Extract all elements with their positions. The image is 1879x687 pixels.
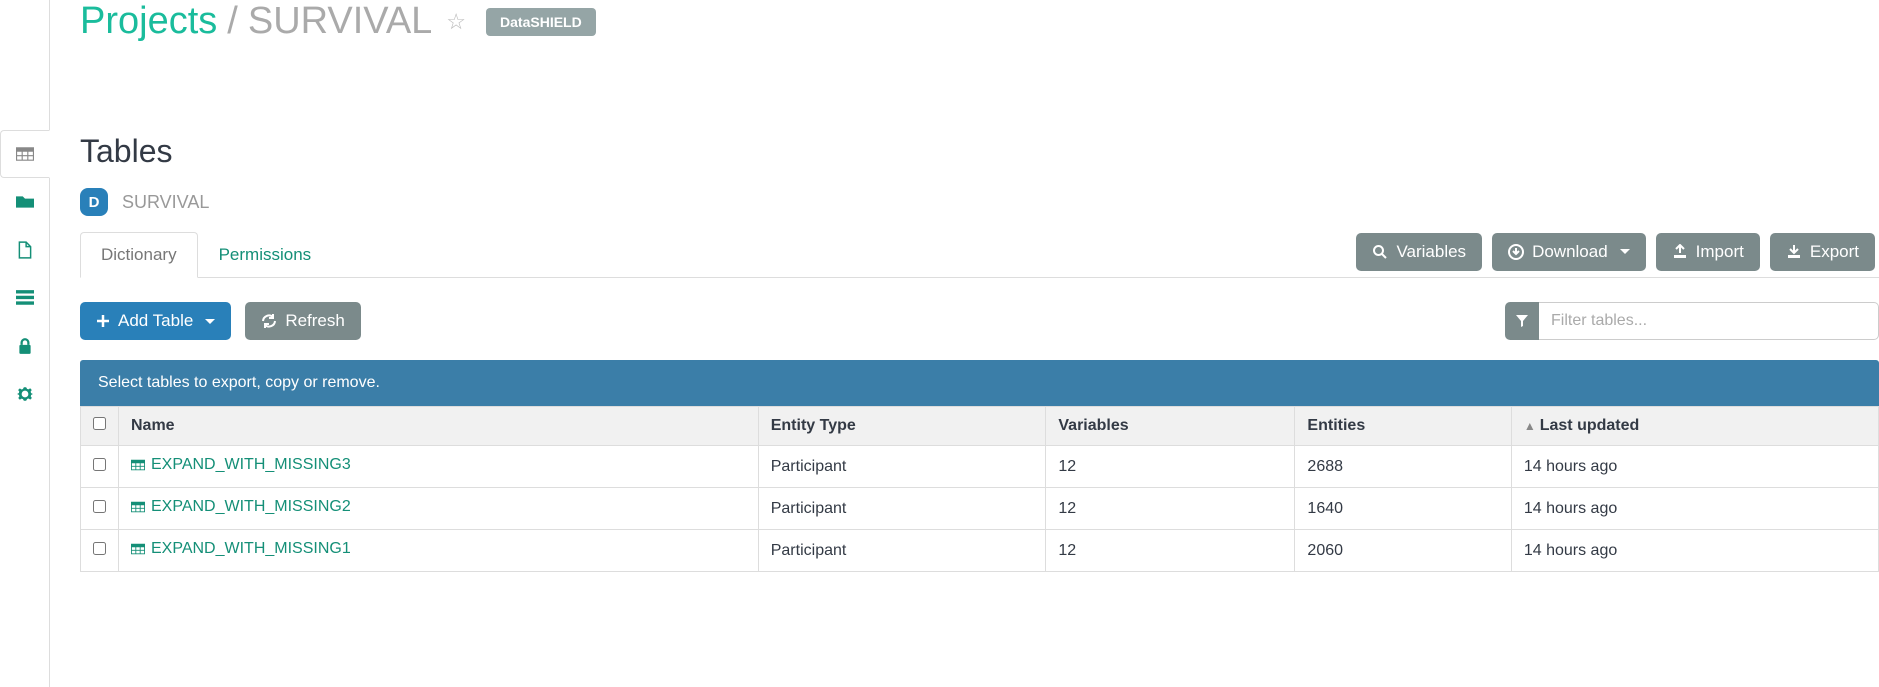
main-content: Projects / SURVIVAL ☆ DataSHIELD Tables … bbox=[50, 0, 1879, 687]
sidebar-item-settings[interactable] bbox=[0, 370, 50, 418]
col-entity-type[interactable]: Entity Type bbox=[758, 407, 1046, 446]
project-line: D SURVIVAL bbox=[80, 188, 1879, 216]
filter-icon bbox=[1515, 314, 1529, 328]
plus-icon bbox=[96, 314, 110, 328]
row-name-cell: EXPAND_WITH_MISSING1 bbox=[119, 530, 759, 572]
variables-button[interactable]: Variables bbox=[1356, 233, 1482, 271]
table-name: EXPAND_WITH_MISSING2 bbox=[151, 498, 351, 516]
export-button[interactable]: Export bbox=[1770, 233, 1875, 271]
download-label: Download bbox=[1532, 242, 1608, 262]
tabs-row: Dictionary Permissions Variables Downloa… bbox=[80, 232, 1879, 278]
col-name[interactable]: Name bbox=[119, 407, 759, 446]
row-variables: 12 bbox=[1046, 530, 1295, 572]
row-last-updated: 14 hours ago bbox=[1511, 446, 1878, 488]
import-label: Import bbox=[1696, 242, 1744, 262]
sidebar-item-tables[interactable] bbox=[0, 130, 50, 178]
table-icon bbox=[131, 458, 145, 472]
row-select-cell bbox=[81, 488, 119, 530]
star-icon[interactable]: ☆ bbox=[446, 9, 466, 35]
download-button[interactable]: Download bbox=[1492, 233, 1646, 271]
table-link[interactable]: EXPAND_WITH_MISSING3 bbox=[131, 456, 351, 474]
row-variables: 12 bbox=[1046, 446, 1295, 488]
project-badge: D bbox=[80, 188, 108, 216]
table-row: EXPAND_WITH_MISSING3 Participant12268814 … bbox=[81, 446, 1879, 488]
refresh-icon bbox=[261, 313, 277, 329]
export-icon bbox=[1786, 244, 1802, 260]
table-link[interactable]: EXPAND_WITH_MISSING1 bbox=[131, 540, 351, 558]
row-last-updated: 14 hours ago bbox=[1511, 530, 1878, 572]
breadcrumb-root[interactable]: Projects bbox=[80, 0, 217, 43]
row-entity-type: Participant bbox=[758, 488, 1046, 530]
row-entities: 2060 bbox=[1295, 530, 1511, 572]
col-select-all bbox=[81, 407, 119, 446]
variables-label: Variables bbox=[1396, 242, 1466, 262]
row-name-cell: EXPAND_WITH_MISSING3 bbox=[119, 446, 759, 488]
row-entities: 2688 bbox=[1295, 446, 1511, 488]
filter-input[interactable] bbox=[1539, 302, 1879, 340]
tab-permissions[interactable]: Permissions bbox=[198, 232, 333, 278]
sidebar-item-security[interactable] bbox=[0, 322, 50, 370]
row-checkbox[interactable] bbox=[93, 542, 106, 555]
filter-group bbox=[1505, 302, 1879, 340]
row-name-cell: EXPAND_WITH_MISSING2 bbox=[119, 488, 759, 530]
tab-dictionary[interactable]: Dictionary bbox=[80, 232, 198, 278]
row-variables: 12 bbox=[1046, 488, 1295, 530]
sidebar-item-page[interactable] bbox=[0, 226, 50, 274]
breadcrumb: Projects / SURVIVAL ☆ DataSHIELD bbox=[80, 0, 1879, 43]
import-button[interactable]: Import bbox=[1656, 233, 1760, 271]
add-table-label: Add Table bbox=[118, 311, 193, 331]
table-icon bbox=[131, 542, 145, 556]
select-all-checkbox[interactable] bbox=[93, 417, 106, 430]
tabs: Dictionary Permissions bbox=[80, 232, 332, 277]
col-entities[interactable]: Entities bbox=[1295, 407, 1511, 446]
table-name: EXPAND_WITH_MISSING3 bbox=[151, 456, 351, 474]
row-entity-type: Participant bbox=[758, 446, 1046, 488]
breadcrumb-separator: / bbox=[227, 0, 238, 43]
tab-actions: Variables Download Import Export bbox=[1356, 233, 1879, 277]
col-last-updated-label: Last updated bbox=[1540, 417, 1640, 434]
section-title: Tables bbox=[80, 133, 1879, 170]
breadcrumb-current: SURVIVAL bbox=[248, 0, 432, 43]
col-variables[interactable]: Variables bbox=[1046, 407, 1295, 446]
table-row: EXPAND_WITH_MISSING1 Participant12206014 … bbox=[81, 530, 1879, 572]
toolbar: Add Table Refresh bbox=[80, 302, 1879, 340]
row-last-updated: 14 hours ago bbox=[1511, 488, 1878, 530]
project-tag: DataSHIELD bbox=[486, 8, 596, 36]
refresh-label: Refresh bbox=[285, 311, 345, 331]
table-row: EXPAND_WITH_MISSING2 Participant12164014 … bbox=[81, 488, 1879, 530]
sidebar bbox=[0, 0, 50, 687]
col-last-updated[interactable]: ▲ Last updated bbox=[1511, 407, 1878, 446]
row-select-cell bbox=[81, 530, 119, 572]
refresh-button[interactable]: Refresh bbox=[245, 302, 361, 340]
sidebar-item-tasks[interactable] bbox=[0, 274, 50, 322]
table-icon bbox=[131, 500, 145, 514]
sidebar-item-files[interactable] bbox=[0, 178, 50, 226]
row-entity-type: Participant bbox=[758, 530, 1046, 572]
table-name: EXPAND_WITH_MISSING1 bbox=[151, 540, 351, 558]
add-table-button[interactable]: Add Table bbox=[80, 302, 231, 340]
row-select-cell bbox=[81, 446, 119, 488]
search-icon bbox=[1372, 244, 1388, 260]
row-entities: 1640 bbox=[1295, 488, 1511, 530]
info-bar: Select tables to export, copy or remove. bbox=[80, 360, 1879, 406]
caret-icon bbox=[205, 319, 215, 324]
sort-asc-icon: ▲ bbox=[1524, 419, 1536, 433]
tables-table: Name Entity Type Variables Entities ▲ Las… bbox=[80, 406, 1879, 572]
import-icon bbox=[1672, 244, 1688, 260]
download-icon bbox=[1508, 244, 1524, 260]
export-label: Export bbox=[1810, 242, 1859, 262]
filter-button[interactable] bbox=[1505, 302, 1539, 340]
row-checkbox[interactable] bbox=[93, 500, 106, 513]
project-name: SURVIVAL bbox=[122, 192, 209, 213]
table-link[interactable]: EXPAND_WITH_MISSING2 bbox=[131, 498, 351, 516]
caret-icon bbox=[1620, 249, 1630, 254]
row-checkbox[interactable] bbox=[93, 458, 106, 471]
